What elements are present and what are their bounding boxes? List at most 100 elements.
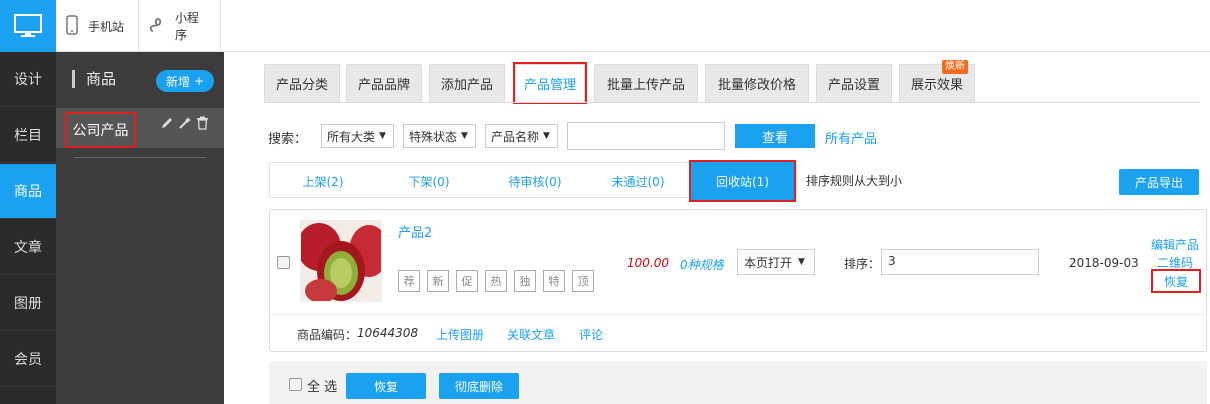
open-mode-select[interactable]: 本页打开 ▼ xyxy=(737,249,815,275)
tag-recommend[interactable]: 荐 xyxy=(398,270,420,292)
select-value: 本页打开 xyxy=(744,255,793,270)
product-price: 100.00 xyxy=(627,256,669,270)
mini-program-link[interactable]: 小程序 xyxy=(139,0,221,52)
product-sidebar: 商品 新增 + 公司产品 xyxy=(56,52,224,404)
product-checkbox[interactable] xyxy=(277,256,290,269)
product-spec-link[interactable]: 0种规格 xyxy=(680,256,724,273)
nav-item-design[interactable]: 设计 xyxy=(0,52,56,107)
category-select[interactable]: 所有大类 ▼ xyxy=(321,124,394,148)
nav-label: 商品 xyxy=(14,184,42,200)
product-code: 10644308 xyxy=(357,326,419,340)
edit-product-link[interactable]: 编辑产品 xyxy=(1151,236,1199,253)
nav-item-members[interactable]: 会员 xyxy=(0,332,56,387)
tag-new[interactable]: 新 xyxy=(427,270,449,292)
tag-exclusive[interactable]: 独 xyxy=(514,270,536,292)
restore-link[interactable]: 恢复 xyxy=(1151,269,1201,293)
product-code-label: 商品编码： xyxy=(297,328,358,342)
select-value: 特殊状态 xyxy=(409,129,458,144)
status-tab-pending[interactable]: 待审核(0) xyxy=(482,163,588,199)
tab-label: 产品设置 xyxy=(827,78,880,93)
search-button[interactable]: 查看 xyxy=(735,124,815,148)
tab-label: 产品分类 xyxy=(275,78,328,93)
trash-icon[interactable] xyxy=(196,116,209,134)
tab-label: 展示效果 xyxy=(910,78,963,93)
tab-product-settings[interactable]: 产品设置 xyxy=(816,64,892,102)
add-category-button[interactable]: 新增 + xyxy=(156,70,214,92)
qrcode-link[interactable]: 二维码 xyxy=(1157,254,1193,271)
status-tab-rejected[interactable]: 未通过(0) xyxy=(588,163,688,199)
edit-icon[interactable] xyxy=(160,116,174,134)
monitor-icon[interactable] xyxy=(0,0,56,52)
select-all-label[interactable]: 全 选 xyxy=(307,376,337,395)
product-row: 产品2 荐 新 促 热 独 特 顶 100.00 0种规格 本页打开 ▼ 排序： … xyxy=(269,209,1207,352)
tag-special[interactable]: 特 xyxy=(543,270,565,292)
nav-item-articles[interactable]: 文章 xyxy=(0,220,56,275)
card-divider xyxy=(270,314,1206,315)
select-value: 产品名称 xyxy=(491,129,540,144)
mini-program-label: 小程序 xyxy=(175,11,200,42)
related-articles-link[interactable]: 关联文章 xyxy=(507,326,555,343)
caret-down-icon: ▼ xyxy=(461,131,468,141)
export-products-button[interactable]: 产品导出 xyxy=(1119,169,1199,195)
caret-down-icon: ▼ xyxy=(543,131,550,141)
product-thumbnail[interactable] xyxy=(300,220,382,302)
nav-label: 栏目 xyxy=(14,128,42,144)
nav-label: 图册 xyxy=(14,296,42,312)
mini-program-icon xyxy=(149,16,167,37)
product-name-link[interactable]: 产品2 xyxy=(398,222,432,241)
nav-label: 文章 xyxy=(14,240,42,256)
tab-product-brand[interactable]: 产品品牌 xyxy=(346,64,422,102)
nav-item-gallery[interactable]: 图册 xyxy=(0,276,56,331)
status-label: 待审核(0) xyxy=(508,174,562,189)
sidebar-item-label[interactable]: 公司产品 xyxy=(65,112,136,148)
tab-divider xyxy=(264,102,1200,103)
tag-top[interactable]: 顶 xyxy=(572,270,594,292)
tab-product-management[interactable]: 产品管理 xyxy=(513,62,587,104)
magic-wand-icon[interactable] xyxy=(178,116,192,134)
mobile-site-link[interactable]: 手机站 xyxy=(56,0,139,52)
bulk-restore-button[interactable]: 恢复 xyxy=(346,373,426,399)
status-tabs: 上架(2) 下架(0) 待审核(0) 未通过(0) 回收站(1) xyxy=(269,160,797,202)
caret-down-icon: ▼ xyxy=(379,131,386,141)
phone-icon xyxy=(66,14,78,38)
plus-icon: + xyxy=(193,74,205,88)
main-content: 产品分类 产品品牌 添加产品 产品管理 批量上传产品 批量修改价格 产品设置 展… xyxy=(224,52,1210,404)
tab-product-category[interactable]: 产品分类 xyxy=(264,64,340,102)
sidebar-divider xyxy=(74,157,206,158)
status-tab-on-shelf[interactable]: 上架(2) xyxy=(270,163,376,199)
comments-link[interactable]: 评论 xyxy=(579,326,603,343)
top-bar: 手机站 小程序 xyxy=(56,0,1210,52)
all-products-link[interactable]: 所有产品 xyxy=(825,128,877,147)
tab-label: 批量修改价格 xyxy=(717,78,796,93)
sidebar-title: 商品 xyxy=(86,70,117,88)
search-label: 搜索： xyxy=(268,132,308,147)
upload-gallery-link[interactable]: 上传图册 xyxy=(436,326,484,343)
status-tab-recycle-bin[interactable]: 回收站(1) xyxy=(689,160,796,202)
select-value: 所有大类 xyxy=(327,129,376,144)
tag-promo[interactable]: 促 xyxy=(456,270,478,292)
status-select[interactable]: 特殊状态 ▼ xyxy=(403,124,476,148)
nav-item-column[interactable]: 栏目 xyxy=(0,108,56,163)
sidebar-item-tools xyxy=(160,116,209,134)
search-input[interactable] xyxy=(567,122,725,150)
permanent-delete-button[interactable]: 彻底删除 xyxy=(439,373,519,399)
field-select[interactable]: 产品名称 ▼ xyxy=(485,124,558,148)
sort-input[interactable]: 3 xyxy=(881,249,1039,275)
tab-add-product[interactable]: 添加产品 xyxy=(429,64,505,102)
status-tab-off-shelf[interactable]: 下架(0) xyxy=(376,163,482,199)
tab-bulk-price[interactable]: 批量修改价格 xyxy=(705,64,809,102)
tab-label: 添加产品 xyxy=(440,78,493,93)
tab-label: 产品品牌 xyxy=(357,78,410,93)
sort-label: 排序： xyxy=(844,257,881,271)
tab-label: 批量上传产品 xyxy=(606,78,685,93)
product-date: 2018-09-03 xyxy=(1069,256,1139,270)
left-nav: 设计 栏目 商品 文章 图册 会员 xyxy=(0,0,56,404)
bulk-action-bar: 全 选 恢复 彻底删除 xyxy=(269,361,1207,404)
tag-hot[interactable]: 热 xyxy=(485,270,507,292)
mobile-site-label: 手机站 xyxy=(88,19,125,34)
tab-bulk-upload[interactable]: 批量上传产品 xyxy=(594,64,698,102)
nav-item-products[interactable]: 商品 xyxy=(0,164,56,219)
sidebar-title-bar xyxy=(72,70,75,88)
select-all-checkbox[interactable] xyxy=(289,378,302,391)
status-label: 下架(0) xyxy=(408,174,450,189)
